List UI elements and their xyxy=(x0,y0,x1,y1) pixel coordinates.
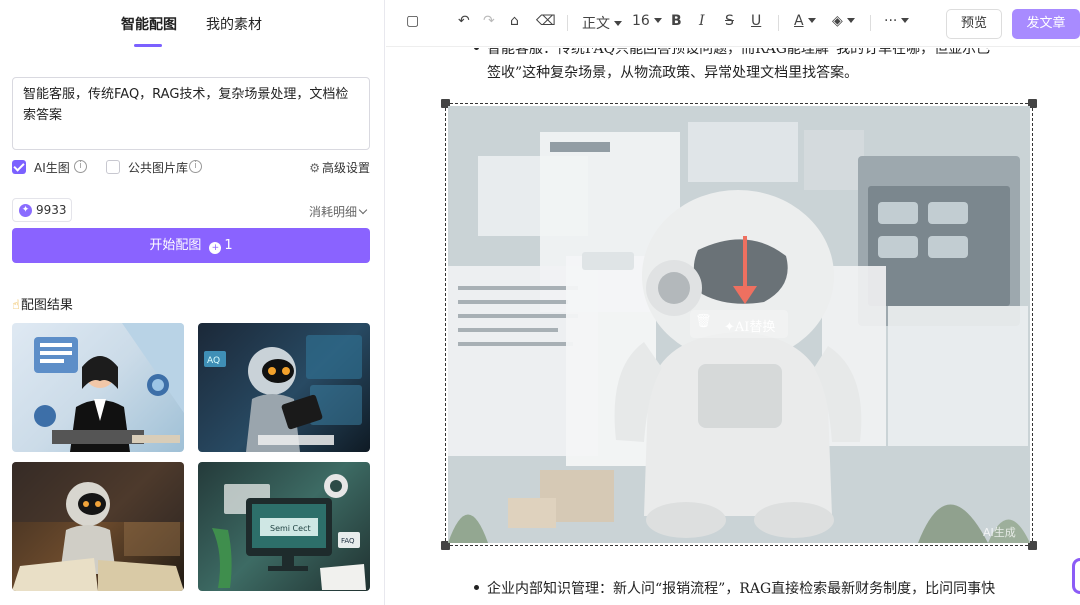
paragraph-line: 智能客服：传统FAQ只能回答预设问题，而RAG能理解“我的订单在哪，但显示已 xyxy=(487,48,991,57)
ai-replace-label: AI替换 xyxy=(734,320,776,335)
tab-smart-image[interactable]: 智能配图 xyxy=(121,14,177,34)
paragraph-style-label: 正文 xyxy=(582,16,610,32)
italic-icon[interactable]: I xyxy=(699,13,705,29)
document-area[interactable]: 智能客服：传统FAQ只能回答预设问题，而RAG能理解“我的订单在哪，但显示已 签… xyxy=(386,48,1080,605)
result-thumbnail[interactable]: AQ xyxy=(198,323,370,452)
underline-icon[interactable]: U xyxy=(751,13,761,29)
undo-icon[interactable]: ↶ xyxy=(458,13,470,29)
font-color-icon[interactable]: A xyxy=(794,13,816,29)
options-row: AI生图 i 公共图片库 i ⚙ 高级设置 xyxy=(12,158,370,178)
public-library-checkbox[interactable] xyxy=(106,160,120,174)
more-options-label: ··· xyxy=(884,13,898,29)
ai-replace-button[interactable]: ✦AI替换 xyxy=(724,316,775,335)
caret-down-icon xyxy=(901,18,910,23)
format-painter-icon[interactable]: ⌂ xyxy=(510,13,519,29)
toolbar-divider xyxy=(778,15,779,31)
toolbar-divider xyxy=(870,15,871,31)
svg-text:FAQ: FAQ xyxy=(341,537,355,545)
thumbnail-image: Semi Cect FAQ xyxy=(212,474,366,590)
paragraph-line: 签收”这种复杂场景，从物流政策、异常处理文档里找答案。 xyxy=(487,65,859,81)
consume-detail-label: 消耗明细 xyxy=(308,205,357,219)
highlight-icon[interactable]: ◈ xyxy=(832,13,855,29)
ai-image-label[interactable]: AI生图 xyxy=(34,159,70,176)
bullet-point xyxy=(474,585,479,590)
caret-down-icon xyxy=(614,21,622,26)
paragraph-line: 企业内部知识管理：新人问“报销流程”，RAG直接检索最新财务制度，比问同事快 xyxy=(487,581,996,597)
caret-down-icon xyxy=(807,18,816,23)
info-icon[interactable]: i xyxy=(74,160,87,173)
start-generate-button[interactable]: 开始配图 +1 xyxy=(12,228,370,263)
font-size-select[interactable]: 16 xyxy=(632,13,662,29)
prompt-textarea[interactable]: 智能客服，传统FAQ，RAG技术，复杂场景处理，文档检索答案 xyxy=(12,77,370,150)
strikethrough-icon[interactable]: S xyxy=(725,13,734,29)
result-title-label: 配图结果 xyxy=(20,298,73,313)
redo-icon[interactable]: ↷ xyxy=(483,13,495,29)
caret-down-icon xyxy=(846,18,855,23)
bullet-point xyxy=(474,48,479,50)
result-thumbnail[interactable] xyxy=(12,462,184,591)
ai-generated-watermark: AI生成 xyxy=(983,526,1016,539)
start-generate-label: 开始配图 xyxy=(149,238,202,253)
thumbnail-image xyxy=(34,323,184,452)
paragraph-style-select[interactable]: 正文 xyxy=(582,13,622,33)
panel-tabs: 智能配图 我的素材 xyxy=(0,0,385,48)
trash-icon[interactable]: 🗑 xyxy=(695,314,712,329)
editor-toolbar: ▢ ↶ ↷ ⌂ ⌫ 正文 16 B I S U A ◈ ··· 预览 发文章 xyxy=(386,0,1080,47)
tab-my-materials[interactable]: 我的素材 xyxy=(206,14,262,34)
result-thumbnail[interactable] xyxy=(12,323,184,452)
bold-icon[interactable]: B xyxy=(671,13,682,29)
credit-icon: + xyxy=(209,242,222,254)
thumbnail-image xyxy=(12,462,184,591)
chevron-down-icon xyxy=(358,205,368,215)
image-assistant-panel: 智能配图 我的素材 智能客服，传统FAQ，RAG技术，复杂场景处理，文档检索答案… xyxy=(0,0,385,605)
sidebar-toggle-icon[interactable]: ▢ xyxy=(406,13,419,29)
svg-text:Semi Cect: Semi Cect xyxy=(270,524,311,533)
consume-detail-link[interactable]: 消耗明细 xyxy=(308,203,368,220)
advanced-settings-label: 高级设置 xyxy=(321,161,370,175)
pointing-hand-icon: ☝ xyxy=(12,298,20,313)
more-options-button[interactable]: ··· xyxy=(884,13,910,29)
thumbnail-image: AQ xyxy=(204,335,362,452)
credit-icon: ✦ xyxy=(19,204,32,217)
floating-assistant-icon[interactable] xyxy=(1072,558,1080,594)
ai-image-checkbox[interactable] xyxy=(12,160,26,174)
info-icon[interactable]: i xyxy=(189,160,202,173)
svg-text:AQ: AQ xyxy=(207,356,220,366)
advanced-settings-button[interactable]: ⚙ 高级设置 xyxy=(309,159,370,176)
public-library-label[interactable]: 公共图片库 xyxy=(128,159,188,176)
active-tab-indicator xyxy=(134,44,162,47)
toolbar-divider xyxy=(567,15,568,31)
result-thumbnail[interactable]: Semi Cect FAQ xyxy=(198,462,370,591)
font-size-label: 16 xyxy=(632,13,650,29)
generate-cost: 1 xyxy=(224,238,233,253)
preview-button[interactable]: 预览 xyxy=(946,9,1002,39)
credit-count: 9933 xyxy=(36,203,67,217)
publish-button[interactable]: 发文章 xyxy=(1012,9,1080,39)
eraser-icon[interactable]: ⌫ xyxy=(536,13,556,29)
caret-down-icon xyxy=(653,18,662,23)
credit-balance: ✦ 9933 xyxy=(12,198,72,222)
gear-icon: ⚙ xyxy=(309,161,320,175)
result-section-title: ☝配图结果 xyxy=(12,294,73,313)
